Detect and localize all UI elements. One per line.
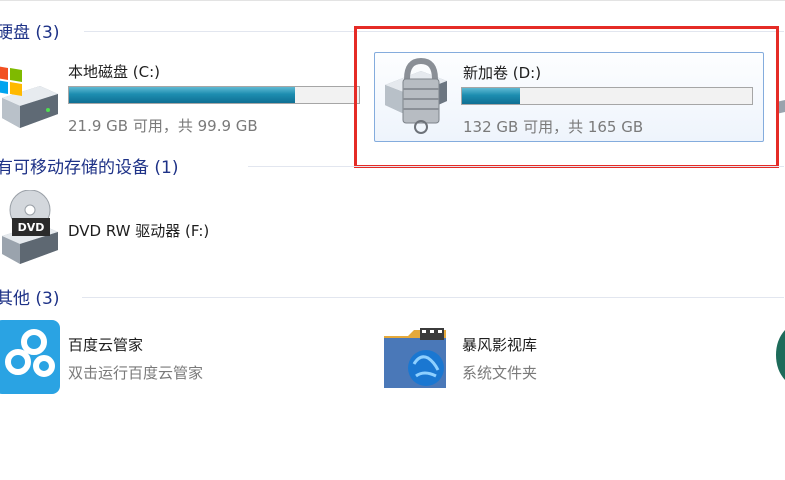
windows-drive-icon bbox=[0, 66, 58, 128]
drive-name: 本地磁盘 (C:) bbox=[68, 63, 160, 81]
drive-usage-bar bbox=[68, 86, 360, 104]
other-item-storm-video-library[interactable]: 暴风影视库 系统文件夹 bbox=[380, 320, 680, 400]
group-divider bbox=[248, 166, 784, 167]
item-description: 系统文件夹 bbox=[462, 364, 538, 382]
item-description: 双击运行百度云管家 bbox=[68, 364, 204, 382]
group-header-other[interactable]: 其他 (3) bbox=[0, 284, 59, 309]
device-name: DVD RW 驱动器 (F:) bbox=[68, 222, 210, 240]
top-divider bbox=[0, 0, 785, 1]
storm-video-library-icon bbox=[384, 328, 446, 388]
drive-usage-fill bbox=[69, 87, 296, 103]
dvd-label: DVD bbox=[18, 221, 45, 234]
dvd-drive[interactable]: DVD DVD RW 驱动器 (F:) bbox=[0, 190, 300, 270]
partial-item-icon bbox=[776, 330, 785, 380]
group-header-removable[interactable]: 有可移动存储的设备 (1) bbox=[0, 153, 178, 178]
drive-space: 21.9 GB 可用，共 99.9 GB bbox=[68, 117, 258, 135]
baidu-cloud-icon bbox=[0, 320, 60, 394]
item-name: 百度云管家 bbox=[68, 336, 144, 354]
group-header-hard-disks[interactable]: 硬盘 (3) bbox=[0, 18, 59, 43]
group-divider bbox=[82, 297, 784, 298]
drive-c[interactable]: 本地磁盘 (C:) 21.9 GB 可用，共 99.9 GB bbox=[0, 54, 360, 144]
item-name: 暴风影视库 bbox=[462, 336, 538, 354]
dvd-drive-icon: DVD bbox=[2, 190, 58, 264]
highlight-box bbox=[354, 26, 779, 168]
other-item-baidu-cloud[interactable]: 百度云管家 双击运行百度云管家 bbox=[0, 320, 300, 400]
